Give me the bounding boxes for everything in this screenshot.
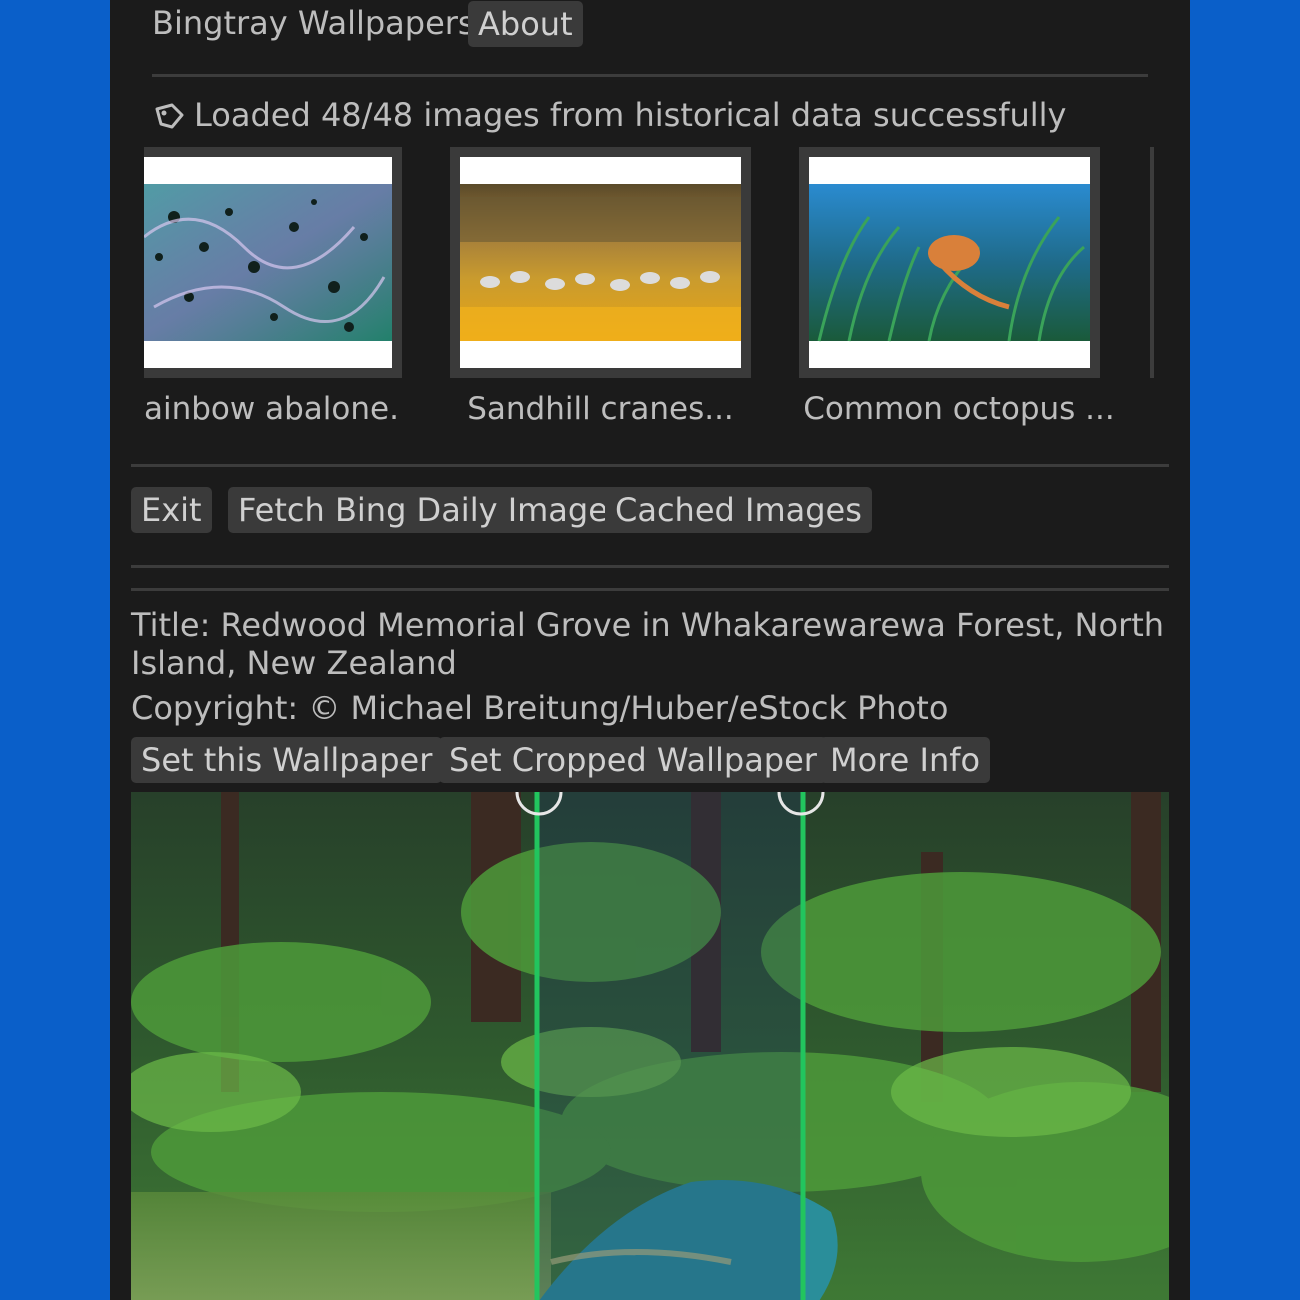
thumbnail-image — [460, 157, 741, 368]
app-window: Bingtray Wallpapers About Loaded 48/48 i… — [110, 0, 1190, 1300]
more-info-button[interactable]: More Info — [820, 737, 991, 783]
abalone-image — [144, 184, 392, 341]
wallpaper-preview[interactable] — [131, 792, 1169, 1300]
gallery-scrollbar[interactable] — [1150, 147, 1154, 378]
details-divider — [131, 588, 1169, 591]
fetch-bing-daily-image-button[interactable]: Fetch Bing Daily Image — [228, 487, 618, 533]
cranes-image — [460, 184, 741, 341]
thumbnail-item[interactable] — [450, 147, 751, 378]
wallpaper-title: Title: Redwood Memorial Grove in Whakare… — [131, 606, 1165, 644]
about-button[interactable]: About — [468, 1, 583, 47]
actions-divider — [131, 565, 1169, 568]
crop-right-handle[interactable] — [779, 792, 823, 814]
wallpaper-copyright: Copyright: © Michael Breitung/Huber/eSto… — [131, 689, 949, 727]
thumbnail-item[interactable] — [144, 147, 402, 378]
wallpaper-title-cont: Island, New Zealand — [131, 644, 457, 682]
thumbnail-caption: Sandhill cranes... — [467, 391, 734, 427]
thumbnail-image — [144, 157, 392, 368]
app-title: Bingtray Wallpapers — [152, 4, 475, 42]
octopus-image — [809, 184, 1090, 342]
cached-images-button[interactable]: Cached Images — [605, 487, 872, 533]
exit-button[interactable]: Exit — [131, 487, 212, 533]
thumbnail-item[interactable] — [799, 147, 1100, 378]
forest-image — [131, 792, 1169, 1300]
header-divider — [152, 74, 1148, 77]
gallery-divider — [131, 464, 1169, 467]
thumbnail-caption: ainbow abalone... — [144, 391, 402, 427]
thumbnail-gallery[interactable]: ainbow abalone... Sandhill cranes... Com… — [144, 147, 1154, 447]
status-message: Loaded 48/48 images from historical data… — [194, 96, 1067, 134]
thumbnail-caption: Common octopus ... — [803, 391, 1115, 427]
set-wallpaper-button[interactable]: Set this Wallpaper — [131, 737, 443, 783]
crop-left-handle[interactable] — [515, 792, 559, 814]
set-cropped-wallpaper-button[interactable]: Set Cropped Wallpaper — [439, 737, 827, 783]
thumbnail-image — [809, 157, 1090, 368]
tag-icon — [152, 100, 186, 134]
